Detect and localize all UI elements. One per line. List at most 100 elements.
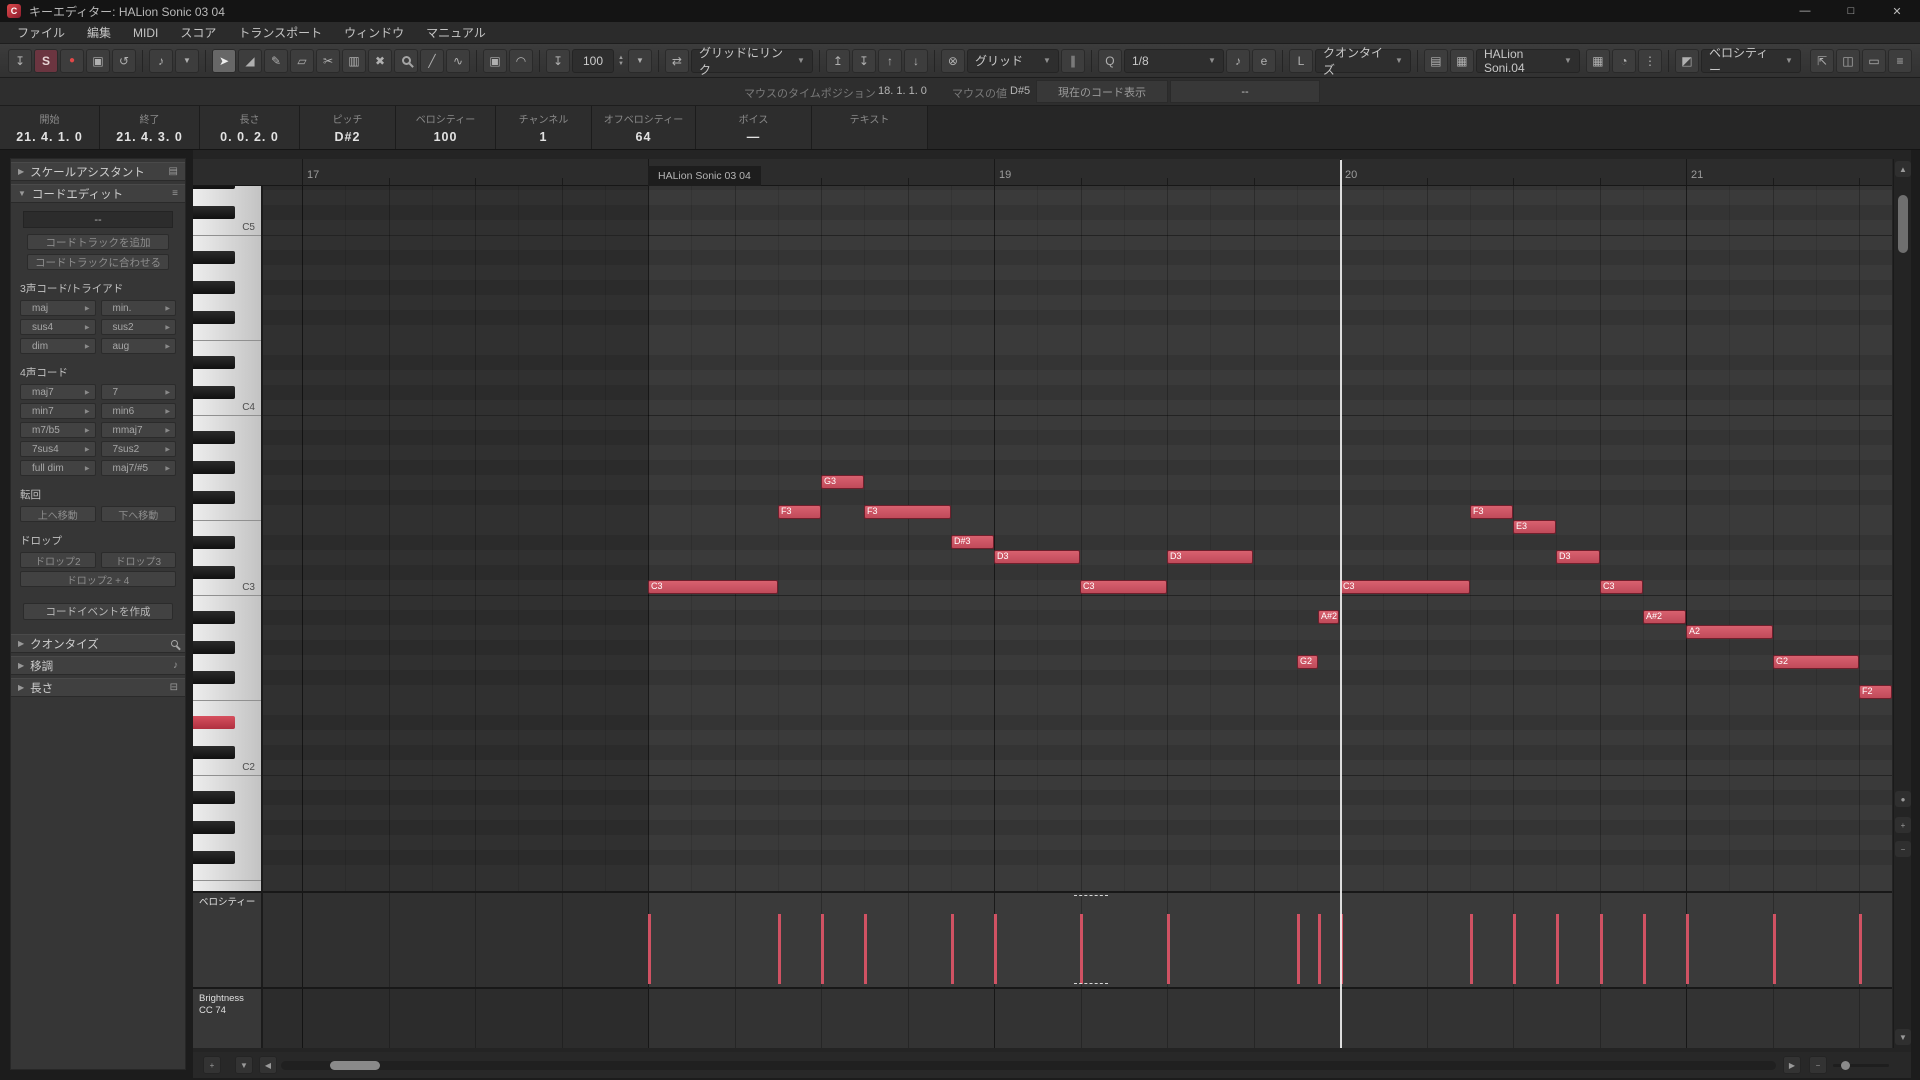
length-l-icon[interactable]: L bbox=[1288, 48, 1313, 73]
velocity-lane[interactable] bbox=[263, 891, 1892, 987]
show-part-borders-icon[interactable]: ▤ bbox=[1423, 48, 1448, 73]
solo-button[interactable]: S bbox=[34, 48, 58, 73]
event-colors-icon[interactable]: ◩ bbox=[1674, 48, 1699, 73]
velocity-bar[interactable] bbox=[1686, 914, 1689, 984]
vzoom-in-button[interactable]: + bbox=[1895, 817, 1911, 833]
midi-note-D3[interactable]: D3 bbox=[1556, 550, 1600, 564]
grid-link-dropdown[interactable]: グリッドにリンク ▼ bbox=[690, 46, 813, 77]
velocity-bar[interactable] bbox=[1167, 914, 1170, 984]
time-warp-tool-button[interactable]: ∿ bbox=[446, 48, 470, 73]
velocity-bar[interactable] bbox=[1859, 914, 1862, 984]
play-chord-icon[interactable]: ▶ bbox=[165, 389, 170, 396]
info-field-end[interactable]: 終了 21. 4. 3. 0 bbox=[100, 106, 200, 149]
info-field-off-velocity[interactable]: オフベロシティー 64 bbox=[592, 106, 696, 149]
play-chord-icon[interactable]: ▶ bbox=[165, 446, 170, 453]
black-key[interactable] bbox=[193, 821, 235, 834]
info-field-velocity[interactable]: ベロシティー 100 bbox=[396, 106, 496, 149]
velocity-bar[interactable] bbox=[1080, 914, 1083, 984]
quantize-q-icon[interactable]: Q bbox=[1097, 48, 1122, 73]
inversion-up-button[interactable]: 上へ移動 bbox=[20, 506, 96, 522]
black-key[interactable] bbox=[193, 536, 235, 549]
play-chord-icon[interactable]: ▶ bbox=[85, 305, 90, 312]
velocity-bar[interactable] bbox=[994, 914, 997, 984]
select-tool-button[interactable]: ➤ bbox=[212, 48, 236, 73]
velocity-bar[interactable] bbox=[821, 914, 824, 984]
grid-relative-icon[interactable]: ∥ bbox=[1060, 48, 1085, 73]
black-key[interactable] bbox=[193, 851, 235, 864]
midi-note-A2[interactable]: A2 bbox=[1686, 625, 1773, 639]
record-button[interactable]: ● bbox=[60, 48, 84, 73]
more-options-icon[interactable]: ⋮ bbox=[1637, 48, 1662, 73]
play-chord-icon[interactable]: ▶ bbox=[165, 408, 170, 415]
window-zones-icon[interactable]: ▭ bbox=[1862, 48, 1886, 73]
part-selector-dropdown[interactable]: HALion Soni.04 ▼ bbox=[1475, 47, 1580, 75]
black-key[interactable] bbox=[193, 611, 235, 624]
scroll-right-button[interactable]: ▶ bbox=[1783, 1056, 1801, 1074]
edit-active-part-icon[interactable]: ▦ bbox=[1449, 48, 1474, 73]
play-chord-icon[interactable]: ▶ bbox=[85, 427, 90, 434]
chord-button-fulldim[interactable]: full dim ▶ bbox=[20, 460, 96, 476]
split-tool-button[interactable]: ✂ bbox=[316, 48, 340, 73]
midi-note-G2[interactable]: G2 bbox=[1773, 655, 1859, 669]
midi-note-G2[interactable]: G2 bbox=[1297, 655, 1318, 669]
chord-button-mmaj7[interactable]: mmaj7 ▶ bbox=[100, 422, 176, 438]
clock-icon[interactable]: ◔ bbox=[1611, 48, 1636, 73]
spin-down-icon[interactable]: ▼ bbox=[618, 61, 624, 67]
chord-button-sus4[interactable]: sus4 ▶ bbox=[20, 319, 96, 335]
velocity-bar[interactable] bbox=[1600, 914, 1603, 984]
info-field-text[interactable]: テキスト bbox=[812, 106, 928, 149]
section-length[interactable]: ▶ 長さ ⊟ bbox=[11, 678, 185, 697]
feedback-dropdown-arrow-icon[interactable]: ▼ bbox=[175, 48, 199, 73]
black-key[interactable] bbox=[193, 206, 235, 219]
link-grid-icon[interactable]: ⇄ bbox=[664, 48, 689, 73]
play-chord-icon[interactable]: ▶ bbox=[165, 324, 170, 331]
midi-note-F3[interactable]: F3 bbox=[1470, 505, 1513, 519]
selected-key[interactable] bbox=[193, 716, 235, 729]
menu-manual[interactable]: マニュアル bbox=[415, 24, 497, 41]
midi-note-F2[interactable]: F2 bbox=[1859, 685, 1892, 699]
chord-button-7[interactable]: 7 ▶ bbox=[100, 384, 176, 400]
move-down-octave-button[interactable]: ↧ bbox=[851, 48, 876, 73]
chord-button-min6[interactable]: min6 ▶ bbox=[100, 403, 176, 419]
toolbar-settings-icon[interactable]: ≡ bbox=[1888, 48, 1912, 73]
info-field-length[interactable]: 長さ 0. 0. 2. 0 bbox=[200, 106, 300, 149]
keyboard-zoom-button[interactable]: + bbox=[203, 1056, 221, 1074]
info-field-pitch[interactable]: ピッチ D#2 bbox=[300, 106, 396, 149]
chord-button-maj7[interactable]: maj7 ▶ bbox=[20, 384, 96, 400]
length-quantize-dropdown[interactable]: クオンタイズ ▼ bbox=[1314, 46, 1411, 77]
close-button[interactable]: ✕ bbox=[1874, 0, 1920, 22]
play-chord-icon[interactable]: ▶ bbox=[165, 427, 170, 434]
inversion-down-button[interactable]: 下へ移動 bbox=[100, 506, 176, 522]
velocity-bar[interactable] bbox=[1556, 914, 1559, 984]
glue-tool-button[interactable]: ▥ bbox=[342, 48, 366, 73]
black-key[interactable] bbox=[193, 251, 235, 264]
black-key[interactable] bbox=[193, 671, 235, 684]
note-grid[interactable]: C3 F3 G3 F3 D#3 D3 C3 D3 G2 A#2 C3 F3 E3 D3 C3 A#2 A2 G2 F… bbox=[263, 186, 1892, 891]
hzoom-slider-thumb[interactable] bbox=[1841, 1061, 1850, 1070]
menu-transport[interactable]: トランスポート bbox=[227, 24, 333, 41]
section-chord-edit[interactable]: ▼ コードエディット ≡ bbox=[11, 184, 185, 203]
velocity-bar[interactable] bbox=[1318, 914, 1321, 984]
vscroll-down-button[interactable]: ▼ bbox=[1895, 1029, 1911, 1045]
black-key[interactable] bbox=[193, 386, 235, 399]
chord-button-m7b5[interactable]: m7/b5 ▶ bbox=[20, 422, 96, 438]
zoom-tool-button[interactable] bbox=[394, 48, 418, 73]
play-chord-icon[interactable]: ▶ bbox=[165, 305, 170, 312]
info-field-voice[interactable]: ボイス — bbox=[696, 106, 812, 149]
match-chord-track-button[interactable]: コードトラックに合わせる bbox=[27, 254, 169, 270]
midi-note-F3[interactable]: F3 bbox=[864, 505, 951, 519]
line-tool-button[interactable]: ╱ bbox=[420, 48, 444, 73]
midi-note-A#2[interactable]: A#2 bbox=[1318, 610, 1339, 624]
midi-note-C3[interactable]: C3 bbox=[1600, 580, 1643, 594]
chord-button-min7[interactable]: min7 ▶ bbox=[20, 403, 96, 419]
menu-window[interactable]: ウィンドウ bbox=[333, 24, 415, 41]
play-chord-icon[interactable]: ▶ bbox=[85, 343, 90, 350]
add-chord-track-button[interactable]: コードトラックを追加 bbox=[27, 234, 169, 250]
play-chord-icon[interactable]: ▶ bbox=[85, 389, 90, 396]
open-quantize-panel-button[interactable]: e bbox=[1251, 48, 1276, 73]
velocity-bar[interactable] bbox=[1643, 914, 1646, 984]
chord-button-dim[interactable]: dim ▶ bbox=[20, 338, 96, 354]
velocity-bar[interactable] bbox=[1773, 914, 1776, 984]
chord-button-min[interactable]: min. ▶ bbox=[100, 300, 176, 316]
hscroll-track[interactable] bbox=[281, 1061, 1776, 1070]
